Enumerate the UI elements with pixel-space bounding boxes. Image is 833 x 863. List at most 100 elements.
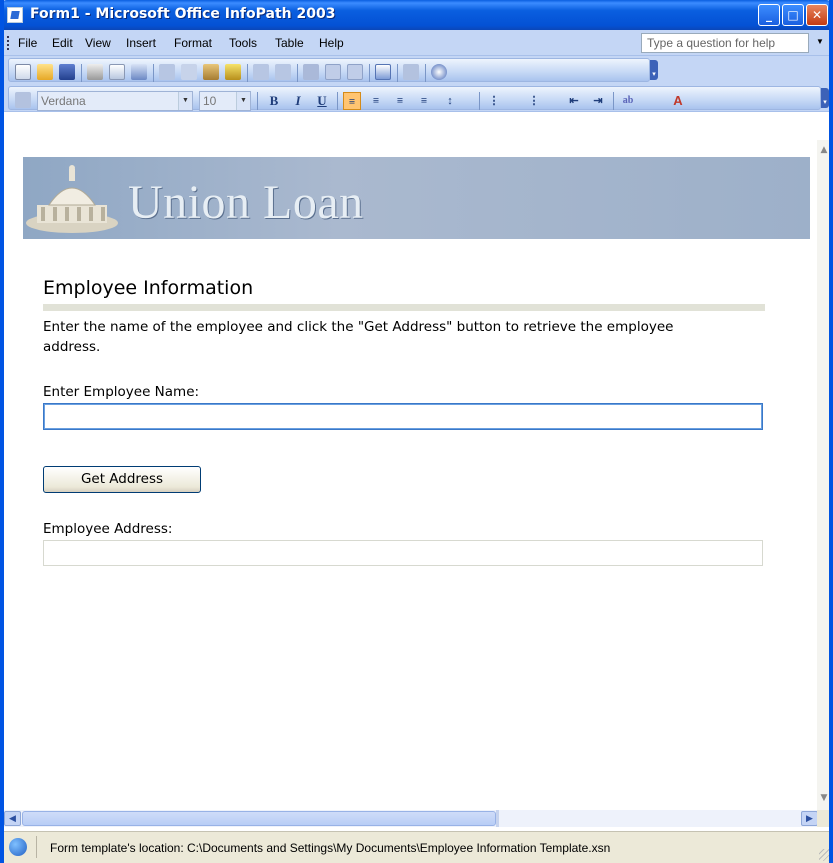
toolbar-separator xyxy=(613,92,614,110)
bold-button[interactable]: B xyxy=(265,92,283,110)
employee-address-label: Employee Address: xyxy=(43,521,173,537)
section-title: Employee Information xyxy=(43,277,254,299)
toolbar-separator xyxy=(479,92,480,110)
toolbar-separator xyxy=(297,64,298,82)
help-icon[interactable] xyxy=(431,64,447,80)
infopath-form-icon xyxy=(7,7,23,23)
menu-format[interactable]: Format xyxy=(174,36,212,50)
bullet-list-button[interactable]: ⋮ xyxy=(525,92,543,110)
font-name-value: Verdana xyxy=(41,94,86,108)
title-bar[interactable]: Form1 - Microsoft Office InfoPath 2003 _… xyxy=(4,0,829,30)
print-preview-icon[interactable] xyxy=(109,64,125,80)
insert-picture-icon[interactable] xyxy=(347,64,363,80)
employee-name-input[interactable] xyxy=(43,403,763,430)
save-icon[interactable] xyxy=(59,64,75,80)
employee-address-field[interactable] xyxy=(43,540,763,566)
chevron-down-icon[interactable]: ▼ xyxy=(178,92,192,110)
align-left-button[interactable]: ≡ xyxy=(343,92,361,110)
menu-bar: File Edit View Insert Format Tools Table… xyxy=(4,30,829,56)
form-canvas: Union Loan Employee Information Enter th… xyxy=(4,113,817,810)
menu-table[interactable]: Table xyxy=(275,36,304,50)
spelling-icon[interactable] xyxy=(131,64,147,80)
digital-signature-icon[interactable] xyxy=(375,64,391,80)
scroll-right-icon[interactable]: ▶ xyxy=(801,811,818,826)
scrollbar-divider xyxy=(496,810,499,827)
toolbar-separator xyxy=(153,64,154,82)
font-size-value: 10 xyxy=(203,94,217,108)
font-size-select[interactable]: 10 ▼ xyxy=(199,91,251,111)
print-icon[interactable] xyxy=(87,64,103,80)
menu-edit[interactable]: Edit xyxy=(52,36,73,50)
chevron-down-icon[interactable]: ▼ xyxy=(236,92,250,110)
maximize-button[interactable]: □ xyxy=(782,4,804,26)
styles-icon[interactable] xyxy=(15,92,31,108)
toolbar-options-icon[interactable]: ▾ xyxy=(650,60,658,80)
status-text: Form template's location: C:\Documents a… xyxy=(50,841,611,855)
decrease-indent-button[interactable]: ⇤ xyxy=(565,92,583,110)
italic-button[interactable]: I xyxy=(289,92,307,110)
minimize-button[interactable]: _ xyxy=(758,4,780,26)
close-button[interactable]: ✕ xyxy=(806,4,828,26)
font-color-icon[interactable]: A xyxy=(669,92,687,110)
scroll-left-icon[interactable]: ◀ xyxy=(4,811,21,826)
design-form-icon[interactable] xyxy=(15,64,31,80)
copy-icon[interactable] xyxy=(181,64,197,80)
hyperlink-icon[interactable] xyxy=(303,64,319,80)
capitol-dome-icon xyxy=(26,165,118,233)
chevron-down-icon[interactable]: ▼ xyxy=(816,37,824,46)
scroll-down-icon[interactable]: ▼ xyxy=(817,790,829,806)
underline-button[interactable]: U xyxy=(313,92,331,110)
standard-toolbar-strip xyxy=(8,58,650,82)
banner-title: Union Loan xyxy=(128,176,364,229)
insert-table-icon[interactable] xyxy=(325,64,341,80)
menubar-grip[interactable] xyxy=(7,36,10,50)
status-bar: Form template's location: C:\Documents a… xyxy=(4,831,829,863)
scroll-up-icon[interactable]: ▲ xyxy=(817,142,829,158)
vertical-scrollbar[interactable]: ▲ ▼ xyxy=(817,140,829,810)
undo-icon[interactable] xyxy=(253,64,269,80)
formatting-toolbar: Verdana ▼ 10 ▼ B I U ≡ ≡ ≡ ≡ ↕ ⋮ ⋮ ⇤ ⇥ a… xyxy=(4,84,829,112)
form-template-icon xyxy=(9,838,27,856)
horizontal-scroll-thumb[interactable] xyxy=(22,811,496,826)
toolbar-separator xyxy=(369,64,370,82)
resize-grip-icon[interactable] xyxy=(819,849,829,861)
research-icon[interactable] xyxy=(403,64,419,80)
window-title: Form1 - Microsoft Office InfoPath 2003 xyxy=(30,6,336,22)
standard-toolbar: ▾ xyxy=(4,56,829,84)
redo-icon[interactable] xyxy=(275,64,291,80)
toolbar-separator xyxy=(257,92,258,110)
formatting-toolbar-strip: Verdana ▼ 10 ▼ B I U ≡ ≡ ≡ ≡ ↕ ⋮ ⋮ ⇤ ⇥ a… xyxy=(8,86,821,111)
menu-view[interactable]: View xyxy=(85,36,111,50)
get-address-button[interactable]: Get Address xyxy=(43,466,201,493)
scrollbar-corner xyxy=(817,810,829,827)
help-question-input[interactable]: Type a question for help xyxy=(641,33,809,53)
increase-indent-button[interactable]: ⇥ xyxy=(589,92,607,110)
paste-icon[interactable] xyxy=(203,64,219,80)
menu-file[interactable]: File xyxy=(18,36,37,50)
menu-help[interactable]: Help xyxy=(319,36,344,50)
horizontal-scrollbar[interactable]: ◀ ▶ xyxy=(4,810,818,827)
format-painter-icon[interactable] xyxy=(225,64,241,80)
toolbar-options-icon[interactable]: ▾ xyxy=(821,88,829,108)
employee-name-label: Enter Employee Name: xyxy=(43,384,200,400)
menu-insert[interactable]: Insert xyxy=(126,36,156,50)
toolbar-separator xyxy=(81,64,82,82)
toolbar-separator xyxy=(397,64,398,82)
form-description: Enter the name of the employee and click… xyxy=(43,319,674,355)
numbered-list-button[interactable]: ⋮ xyxy=(485,92,503,110)
open-folder-icon[interactable] xyxy=(37,64,53,80)
menu-tools[interactable]: Tools xyxy=(229,36,257,50)
justify-button[interactable]: ≡ xyxy=(415,92,433,110)
section-divider xyxy=(43,304,765,311)
toolbar-separator xyxy=(247,64,248,82)
toolbar-separator xyxy=(337,92,338,110)
highlight-icon[interactable]: ab xyxy=(619,92,637,110)
line-spacing-button[interactable]: ↕ xyxy=(441,92,459,110)
cut-icon[interactable] xyxy=(159,64,175,80)
banner: Union Loan xyxy=(23,157,810,239)
app-window: Form1 - Microsoft Office InfoPath 2003 _… xyxy=(0,0,833,863)
status-separator xyxy=(36,836,37,858)
align-right-button[interactable]: ≡ xyxy=(391,92,409,110)
align-center-button[interactable]: ≡ xyxy=(367,92,385,110)
font-name-select[interactable]: Verdana ▼ xyxy=(37,91,193,111)
